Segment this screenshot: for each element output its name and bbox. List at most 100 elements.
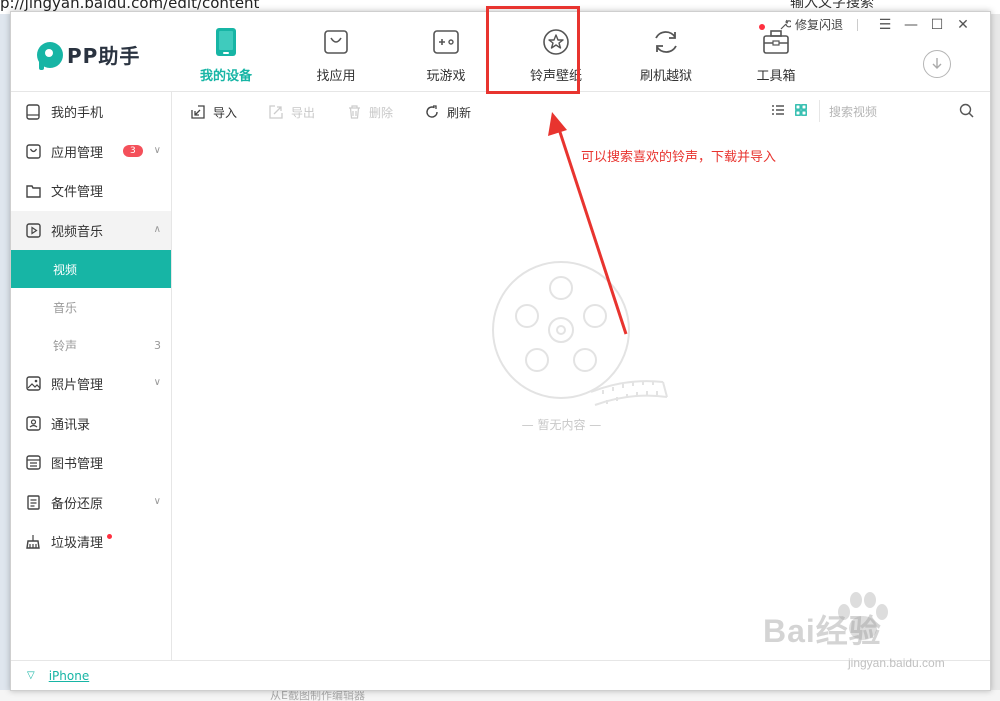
sidebar-item-book-manager[interactable]: 图书管理 [11, 443, 171, 483]
video-search [829, 102, 987, 122]
status-bar: ▽ iPhone [11, 660, 990, 690]
repair-label: 修复闪退 [794, 18, 843, 32]
nav-label: 我的设备 [199, 69, 252, 84]
nav-find-apps[interactable]: 找应用 [281, 12, 391, 92]
sidebar-item-label: 图书管理 [51, 457, 104, 473]
toolbar: 导入 导出 删除 刷新 [173, 92, 990, 132]
device-name-link[interactable]: iPhone [49, 669, 90, 683]
export-button[interactable]: 导出 [269, 104, 315, 121]
sidebar-item-photo-manager[interactable]: 照片管理 ∨ [11, 364, 171, 404]
import-label: 导入 [213, 105, 238, 120]
nav-label: 工具箱 [756, 69, 796, 84]
annotation-text: 可以搜索喜欢的铃声，下载并导入 [581, 150, 777, 165]
download-manager-button[interactable] [923, 50, 951, 78]
divider [857, 18, 858, 31]
search-icon[interactable] [959, 103, 974, 122]
nav-label: 找应用 [316, 69, 356, 84]
minimize-icon[interactable]: — [898, 17, 924, 33]
nav-label: 刷机越狱 [639, 69, 692, 84]
contacts-icon [25, 415, 41, 431]
menu-icon[interactable]: ☰ [872, 17, 898, 33]
bag-icon [320, 26, 352, 58]
picture-icon [25, 376, 41, 392]
nav-play-games[interactable]: 玩游戏 [391, 12, 501, 92]
notification-dot [107, 534, 112, 539]
update-count-badge: 3 [123, 145, 143, 158]
browser-right-edge [990, 14, 1000, 701]
import-button[interactable]: 导入 [191, 104, 237, 121]
refresh-icon [650, 26, 682, 58]
pp-logo-icon [37, 41, 63, 70]
delete-label: 删除 [369, 105, 394, 120]
film-reel-icon [492, 261, 668, 406]
chevron-up-icon[interactable]: ∧ [154, 224, 161, 235]
sidebar-item-label: 文件管理 [51, 185, 104, 201]
sidebar-subitem-music[interactable]: 音乐 [11, 288, 171, 326]
browser-bottom-strip: 从E截图制作编辑器 [0, 689, 1000, 701]
nav-flash-jailbreak[interactable]: 刷机越狱 [611, 12, 721, 92]
wrench-icon [780, 19, 791, 29]
sidebar-item-video-music[interactable]: 视频音乐 ∧ [11, 210, 171, 250]
sidebar-item-label: 我的手机 [51, 106, 104, 122]
browser-left-edge [0, 14, 10, 701]
annotation-highlight-box [486, 6, 580, 94]
view-toggle [771, 104, 817, 120]
notification-dot [759, 24, 765, 30]
divider [819, 100, 820, 122]
close-icon[interactable]: ✕ [950, 17, 976, 33]
sidebar-subitem-ringtone[interactable]: 铃声 3 [11, 326, 171, 364]
sidebar-item-label: 通讯录 [51, 417, 91, 433]
bag-outline-icon [25, 143, 41, 159]
refresh-label: 刷新 [447, 105, 472, 120]
app-logo: PP助手 [37, 40, 141, 70]
phone-outline-icon [25, 104, 41, 120]
sidebar-item-my-phone[interactable]: 我的手机 [11, 92, 171, 132]
sidebar-item-backup-restore[interactable]: 备份还原 ∨ [11, 483, 171, 523]
nav-label: 玩游戏 [426, 69, 466, 84]
list-view-icon[interactable] [771, 104, 785, 120]
delete-button[interactable]: 删除 [347, 104, 393, 121]
broom-icon [25, 534, 41, 550]
search-input[interactable] [829, 105, 959, 119]
chevron-down-icon[interactable]: ∨ [154, 377, 161, 388]
sidebar-item-label: 备份还原 [51, 496, 104, 512]
sidebar-item-junk-cleanup[interactable]: 垃圾清理 [11, 522, 171, 562]
sidebar-item-label: 照片管理 [51, 378, 104, 394]
sidebar-subitem-label: 音乐 [53, 300, 78, 315]
refresh-icon [425, 105, 439, 119]
export-label: 导出 [291, 105, 316, 120]
chevron-down-icon[interactable]: ∨ [154, 145, 161, 156]
repair-crash-button[interactable]: 修复闪退 [779, 16, 843, 33]
pp-assistant-window: PP助手 我的设备 找应用 玩游戏 铃声壁纸 刷机越狱 工具箱 修复闪退 ☰ —… [10, 11, 991, 691]
phone-icon [210, 26, 242, 58]
backup-icon [25, 494, 41, 510]
folder-icon [25, 183, 41, 199]
trash-icon [347, 105, 361, 119]
play-box-icon [25, 222, 41, 238]
export-icon [269, 105, 283, 119]
window-controls: 修复闪退 ☰ — ☐ ✕ [779, 16, 976, 33]
grid-view-icon[interactable] [795, 104, 807, 120]
sidebar-item-label: 垃圾清理 [51, 536, 104, 552]
app-logo-text: PP助手 [67, 44, 141, 68]
empty-state: — 暂无内容 — [173, 132, 990, 660]
sidebar-item-file-manager[interactable]: 文件管理 [11, 171, 171, 211]
sidebar: 我的手机 应用管理 3 ∨ 文件管理 视频音乐 ∧ 视频 音乐 铃声 3 照片管… [11, 92, 172, 660]
ringtone-count: 3 [154, 338, 161, 352]
sidebar-subitem-video[interactable]: 视频 [11, 250, 171, 288]
sidebar-item-label: 应用管理 [51, 145, 104, 161]
maximize-icon[interactable]: ☐ [924, 17, 950, 33]
import-icon [191, 105, 205, 119]
sidebar-subitem-label: 铃声 [53, 338, 78, 353]
empty-state-text: — 暂无内容 — [521, 418, 602, 432]
sidebar-item-app-manager[interactable]: 应用管理 3 ∨ [11, 132, 171, 172]
nav-my-device[interactable]: 我的设备 [171, 12, 281, 92]
book-icon [25, 455, 41, 471]
main-content: 导入 导出 删除 刷新 搜索视频 — 暂无内容 — [173, 92, 990, 660]
sidebar-item-contacts[interactable]: 通讯录 [11, 404, 171, 444]
gamepad-icon [430, 26, 462, 58]
device-triangle-icon: ▽ [27, 670, 35, 681]
download-arrow-icon [932, 58, 942, 69]
chevron-down-icon[interactable]: ∨ [154, 496, 161, 507]
refresh-button[interactable]: 刷新 [425, 104, 471, 121]
